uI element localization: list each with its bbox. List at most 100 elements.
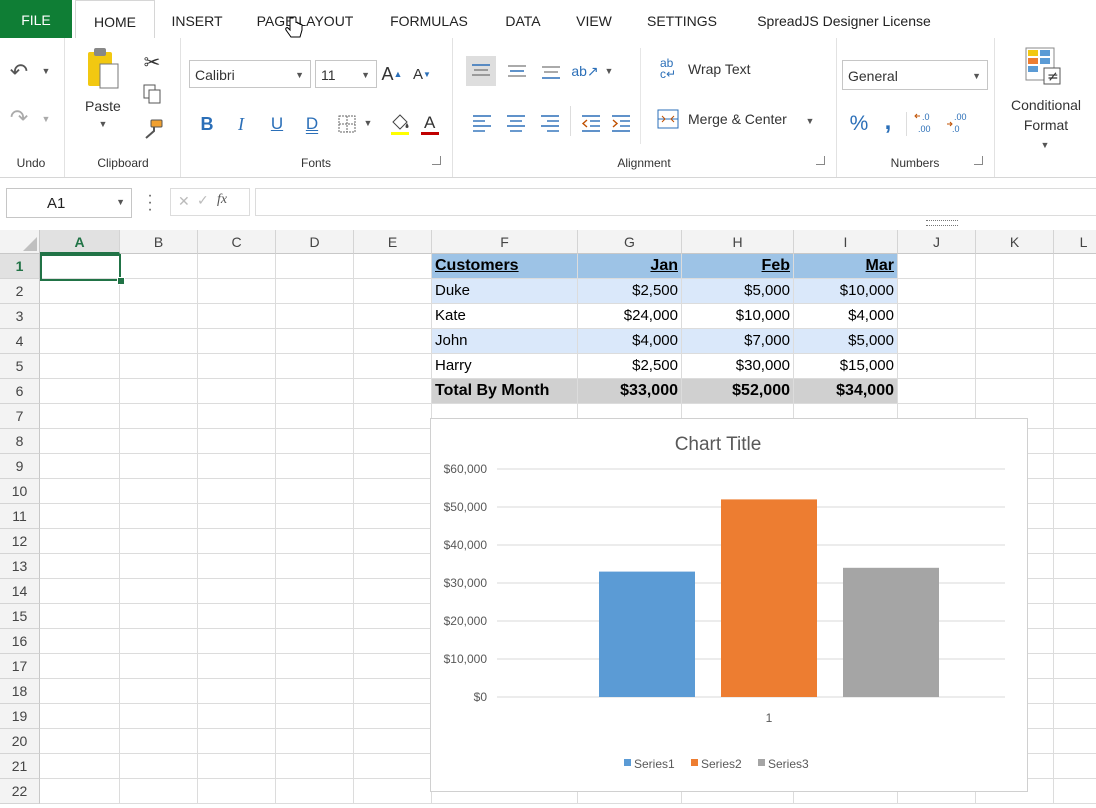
- comma-style-icon[interactable]: ,: [878, 108, 898, 136]
- font-color-icon[interactable]: A: [418, 110, 442, 138]
- row-header-13[interactable]: 13: [0, 554, 40, 579]
- column-header-f[interactable]: F: [432, 230, 578, 254]
- column-header-k[interactable]: K: [976, 230, 1054, 254]
- align-middle-icon[interactable]: [502, 56, 532, 86]
- table-cell[interactable]: Duke: [432, 279, 577, 303]
- number-format-select[interactable]: General ▼: [842, 60, 988, 90]
- table-total-cell[interactable]: $34,000: [794, 379, 897, 403]
- percent-style-icon[interactable]: %: [846, 110, 872, 138]
- row-header-3[interactable]: 3: [0, 304, 40, 329]
- paste-button-label[interactable]: Paste: [85, 98, 121, 114]
- paste-dropdown-arrow-icon[interactable]: ▼: [96, 118, 110, 130]
- copy-icon[interactable]: [140, 82, 164, 106]
- decrease-font-size-icon[interactable]: A ▼: [410, 62, 434, 86]
- table-cell[interactable]: Harry: [432, 354, 577, 378]
- orientation-dropdown-arrow-icon[interactable]: ▼: [603, 64, 615, 78]
- table-header-cell[interactable]: Mar: [794, 254, 897, 278]
- font-size-select[interactable]: 11 ▼: [315, 60, 377, 88]
- table-total-cell[interactable]: $33,000: [578, 379, 681, 403]
- column-header-g[interactable]: G: [578, 230, 682, 254]
- undo-icon[interactable]: ↶: [4, 58, 34, 86]
- decrease-indent-icon[interactable]: [576, 108, 606, 138]
- table-cell[interactable]: $4,000: [578, 329, 681, 353]
- row-header-10[interactable]: 10: [0, 479, 40, 504]
- tab-home[interactable]: HOME: [75, 0, 155, 40]
- tab-formulas[interactable]: FORMULAS: [378, 0, 480, 38]
- more-options-icon[interactable]: · · ·: [146, 188, 154, 218]
- row-header-21[interactable]: 21: [0, 754, 40, 779]
- undo-dropdown-arrow-icon[interactable]: ▼: [40, 64, 52, 78]
- tab-license[interactable]: SpreadJS Designer License: [742, 0, 946, 38]
- align-bottom-icon[interactable]: [536, 56, 566, 86]
- tab-page-layout[interactable]: PAGE LAYOUT: [246, 0, 364, 38]
- underline-icon[interactable]: U: [266, 112, 288, 136]
- conditional-format-dropdown-arrow-icon[interactable]: ▼: [1039, 138, 1051, 152]
- table-total-cell[interactable]: $52,000: [682, 379, 793, 403]
- cut-icon[interactable]: ✂: [140, 50, 164, 74]
- column-header-a[interactable]: A: [40, 230, 120, 254]
- selected-cell-a1[interactable]: [40, 254, 121, 281]
- column-header-l[interactable]: L: [1054, 230, 1096, 254]
- text-orientation-icon[interactable]: ab↗: [571, 58, 598, 84]
- format-painter-icon[interactable]: [140, 116, 166, 142]
- conditional-format-label-line2[interactable]: Format: [998, 117, 1094, 133]
- column-header-d[interactable]: D: [276, 230, 354, 254]
- paste-icon[interactable]: [86, 46, 122, 92]
- increase-indent-icon[interactable]: [606, 108, 636, 138]
- table-cell[interactable]: $10,000: [682, 304, 793, 328]
- row-header-8[interactable]: 8: [0, 429, 40, 454]
- numbers-dialog-launcher-icon[interactable]: [974, 156, 983, 165]
- double-underline-icon[interactable]: D: [301, 112, 323, 136]
- align-left-icon[interactable]: [467, 108, 497, 138]
- tab-data[interactable]: DATA: [494, 0, 552, 38]
- tab-insert[interactable]: INSERT: [160, 0, 234, 38]
- insert-function-icon[interactable]: fx: [217, 192, 227, 208]
- table-cell[interactable]: $5,000: [682, 279, 793, 303]
- merge-center-button[interactable]: Merge & Center: [688, 111, 787, 127]
- table-header-cell[interactable]: Jan: [578, 254, 681, 278]
- borders-dropdown-arrow-icon[interactable]: ▼: [362, 116, 374, 130]
- merge-dropdown-arrow-icon[interactable]: ▼: [804, 114, 816, 128]
- table-cell[interactable]: $7,000: [682, 329, 793, 353]
- spreadsheet-grid[interactable]: ABCDEFGHIJKL 1 2 3 4 5 6 7 8 9 10 11 12 13 14 15 16 17 18…: [0, 230, 1096, 808]
- column-header-i[interactable]: I: [794, 230, 898, 254]
- table-cell[interactable]: $2,500: [578, 354, 681, 378]
- alignment-dialog-launcher-icon[interactable]: [816, 156, 825, 165]
- conditional-format-label-line1[interactable]: Conditional: [998, 97, 1094, 113]
- redo-icon[interactable]: ↷: [4, 104, 34, 132]
- row-header-5[interactable]: 5: [0, 354, 40, 379]
- font-name-select[interactable]: Calibri ▼: [189, 60, 311, 88]
- table-cell[interactable]: Kate: [432, 304, 577, 328]
- align-top-button[interactable]: [466, 56, 496, 86]
- select-all-corner[interactable]: [0, 230, 40, 254]
- merge-center-icon[interactable]: [656, 108, 680, 130]
- cancel-icon[interactable]: ✕: [178, 193, 190, 210]
- column-header-c[interactable]: C: [198, 230, 276, 254]
- conditional-format-icon[interactable]: ≠: [1024, 46, 1064, 88]
- bold-icon[interactable]: B: [196, 112, 218, 136]
- align-right-icon[interactable]: [535, 108, 565, 138]
- row-header-11[interactable]: 11: [0, 504, 40, 529]
- row-header-17[interactable]: 17: [0, 654, 40, 679]
- formula-input[interactable]: [255, 188, 1096, 216]
- row-header-22[interactable]: 22: [0, 779, 40, 804]
- row-header-15[interactable]: 15: [0, 604, 40, 629]
- row-header-2[interactable]: 2: [0, 279, 40, 304]
- column-header-h[interactable]: H: [682, 230, 794, 254]
- resize-handle-icon[interactable]: [926, 220, 958, 226]
- increase-font-size-icon[interactable]: A ▲: [380, 62, 404, 86]
- table-cell[interactable]: $10,000: [794, 279, 897, 303]
- table-cell[interactable]: $2,500: [578, 279, 681, 303]
- wrap-text-icon[interactable]: ab c↵: [656, 56, 680, 82]
- table-total-cell[interactable]: Total By Month: [432, 379, 577, 403]
- row-header-12[interactable]: 12: [0, 529, 40, 554]
- row-header-16[interactable]: 16: [0, 629, 40, 654]
- row-header-20[interactable]: 20: [0, 729, 40, 754]
- row-header-6[interactable]: 6: [0, 379, 40, 404]
- table-cell[interactable]: $5,000: [794, 329, 897, 353]
- fill-handle[interactable]: [117, 277, 125, 285]
- tab-file[interactable]: FILE: [0, 0, 72, 38]
- table-cell[interactable]: $4,000: [794, 304, 897, 328]
- table-cell[interactable]: $30,000: [682, 354, 793, 378]
- column-header-e[interactable]: E: [354, 230, 432, 254]
